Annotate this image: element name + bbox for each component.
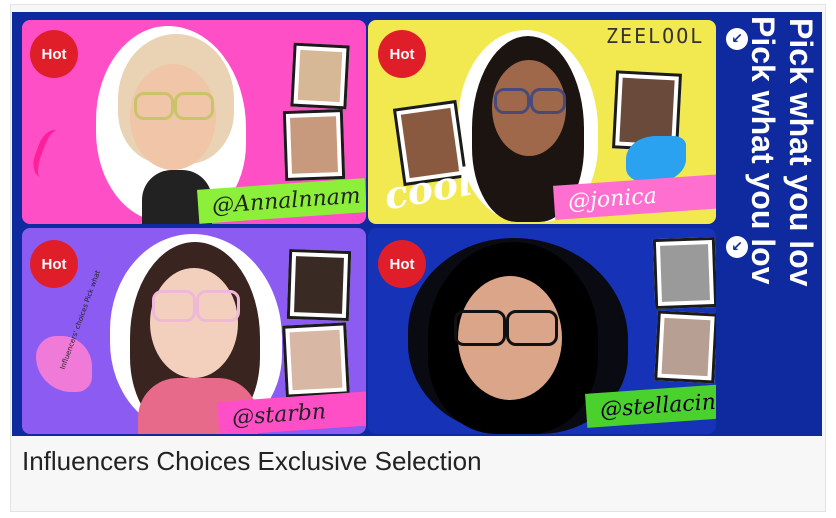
decor-scribble [28, 126, 76, 184]
hot-badge: Hot [30, 30, 78, 78]
glasses-icon [530, 88, 566, 114]
influencer-panel-3: Hot Influencers' choices Pick what @star… [22, 228, 366, 434]
glasses-icon [454, 310, 506, 346]
glasses-icon [196, 290, 240, 322]
banner-image[interactable]: Hot @Annalnnam Hot cool @jonica Hot Infl… [12, 12, 822, 436]
cool-text: cool [380, 158, 476, 219]
face [150, 268, 238, 378]
influencer-panel-1: Hot @Annalnnam [22, 20, 366, 224]
hot-badge: Hot [378, 240, 426, 288]
side-tagline: Pick what you lov [745, 16, 781, 285]
thumbnail-photo [654, 310, 716, 384]
glasses-icon [506, 310, 558, 346]
glasses-icon [174, 92, 214, 120]
thumbnail-photo [282, 108, 346, 182]
glasses-icon [152, 290, 196, 322]
influencer-panel-4: Hot @stellacini [368, 228, 716, 434]
brand-logo: ZEELOOL [606, 24, 705, 48]
thumbnail-photo [282, 322, 350, 398]
thumbnail-photo [290, 42, 350, 110]
glasses-icon [494, 88, 530, 114]
side-tagline: Pick what you lov [783, 18, 819, 287]
thumbnail-photo [652, 236, 716, 310]
card-caption[interactable]: Influencers Choices Exclusive Selection [22, 446, 482, 477]
thumbnail-photo [286, 248, 352, 322]
glasses-icon [134, 92, 174, 120]
influencer-panel-2: Hot cool @jonica [368, 20, 716, 224]
hot-badge: Hot [378, 30, 426, 78]
hot-badge: Hot [30, 240, 78, 288]
decor-flower [626, 136, 686, 182]
